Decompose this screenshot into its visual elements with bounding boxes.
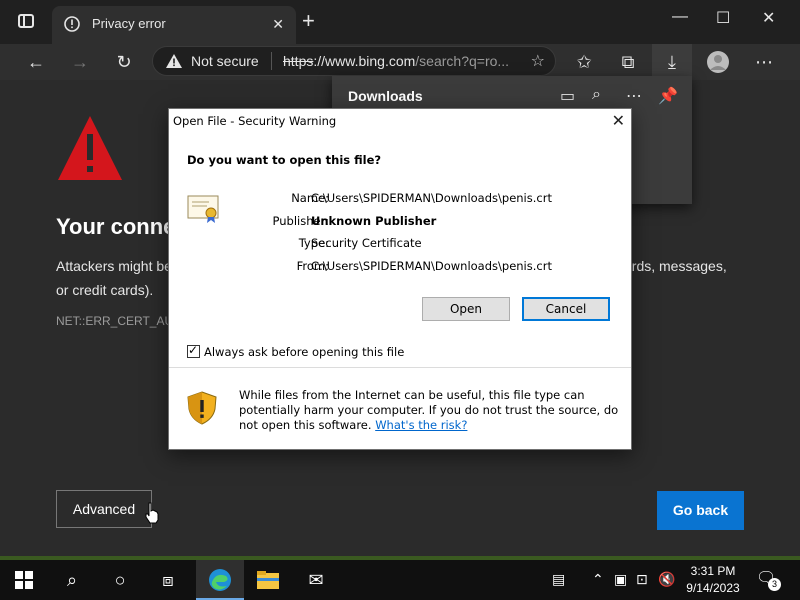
windows-taskbar: ⌕ ○ ⧈ ✉ ▤ ⌃ ▣ ⊡ 🔇 3:31 PM 9/14/2023 🗨 3 — [0, 560, 800, 600]
maximize-button[interactable]: ☐ — [716, 8, 730, 28]
network-icon[interactable]: ⊡ — [636, 571, 648, 588]
field-value-name: C:\Users\SPIDERMAN\Downloads\penis.crt — [311, 191, 552, 205]
dialog-question: Do you want to open this file? — [187, 153, 382, 167]
show-hidden-icons-icon[interactable]: ⌃ — [592, 571, 604, 588]
error-heading: Your conne — [56, 214, 176, 239]
collections-icon[interactable]: ⧉ — [614, 48, 642, 76]
url-host: ://www.bing.com — [313, 53, 416, 69]
hand-cursor-icon — [145, 502, 159, 524]
file-explorer-icon[interactable] — [244, 560, 292, 600]
error-code: NET::ERR_CERT_AUT — [56, 314, 172, 328]
go-back-button[interactable]: Go back — [657, 491, 744, 530]
news-widget-icon[interactable]: ▤ — [552, 571, 565, 588]
close-window-button[interactable]: ✕ — [762, 8, 775, 28]
start-windows-icon[interactable] — [0, 560, 48, 600]
security-warning-dialog: Open File - Security Warning ✕ Do you wa… — [168, 108, 632, 450]
error-description-line2: or credit cards). — [56, 282, 154, 298]
dialog-close-icon[interactable]: ✕ — [612, 111, 625, 130]
field-value-publisher: Unknown Publisher — [311, 214, 437, 228]
notification-count-badge: 3 — [768, 578, 781, 591]
dialog-title-bar: Open File - Security Warning ✕ — [169, 109, 631, 133]
dialog-warning-text: While files from the Internet can be use… — [239, 388, 619, 433]
address-bar[interactable]: Not secure https://www.bing.com/search?q… — [152, 46, 556, 76]
new-tab-button[interactable]: + — [302, 10, 315, 32]
task-view-icon[interactable]: ⧈ — [144, 560, 192, 600]
system-clock[interactable]: 3:31 PM 9/14/2023 — [680, 563, 746, 597]
dialog-divider — [169, 367, 631, 368]
always-ask-label: Always ask before opening this file — [204, 345, 405, 359]
not-secure-label[interactable]: Not secure — [191, 53, 259, 69]
dialog-title: Open File - Security Warning — [173, 114, 337, 128]
address-separator — [271, 52, 272, 70]
open-folder-icon[interactable]: ▭ — [560, 86, 575, 106]
minimize-button[interactable]: — — [672, 8, 688, 26]
advanced-button[interactable]: Advanced — [56, 490, 152, 528]
add-favorite-star-icon[interactable]: ☆ — [531, 51, 545, 71]
cortana-icon[interactable]: ○ — [96, 560, 144, 600]
field-value-type: Security Certificate — [311, 236, 422, 250]
tab-actions-icon[interactable] — [16, 12, 36, 32]
edge-browser-icon[interactable] — [196, 560, 244, 600]
clock-time: 3:31 PM — [690, 564, 736, 578]
tab-close-icon[interactable]: ✕ — [272, 16, 284, 33]
meet-now-icon[interactable]: ▣ — [614, 571, 627, 588]
forward-arrow-icon[interactable]: → — [66, 48, 94, 76]
not-secure-warning-icon[interactable] — [165, 53, 183, 69]
whats-the-risk-link[interactable]: What's the risk? — [375, 418, 467, 432]
url-text[interactable]: https://www.bing.com/search?q=ro... — [283, 53, 509, 69]
favorites-icon[interactable]: ✩ — [570, 48, 598, 76]
back-arrow-icon[interactable]: ← — [22, 48, 50, 76]
field-value-from: C:\Users\SPIDERMAN\Downloads\penis.crt — [311, 259, 552, 273]
url-scheme: https — [283, 53, 314, 69]
always-ask-checkbox[interactable]: Always ask before opening this file — [187, 343, 405, 359]
tab-strip: Privacy error ✕ + — ☐ ✕ — [0, 0, 800, 44]
refresh-icon[interactable]: ↻ — [110, 48, 138, 76]
pin-icon[interactable]: 📌 — [658, 86, 678, 106]
clock-date: 9/14/2023 — [686, 581, 740, 595]
security-shield-warning-icon — [187, 391, 217, 425]
settings-more-icon[interactable]: ⋯ — [750, 48, 778, 76]
error-warning-triangle-icon — [58, 116, 122, 180]
cancel-button[interactable]: Cancel — [522, 297, 610, 321]
certificate-file-icon — [187, 195, 219, 223]
more-options-icon[interactable]: ⋯ — [626, 86, 642, 106]
downloads-icon[interactable]: ⤓ — [658, 48, 686, 76]
search-icon[interactable]: ⌕ — [48, 560, 96, 600]
error-description-end: ords, messages, — [624, 258, 727, 274]
browser-toolbar: ← → ↻ Not secure https://www.bing.com/se… — [0, 44, 800, 80]
profile-avatar-icon[interactable] — [704, 48, 732, 76]
tab-privacy-error[interactable]: Privacy error ✕ — [52, 6, 296, 44]
downloads-panel-title: Downloads — [348, 88, 423, 104]
search-downloads-icon[interactable]: ⌕ — [592, 86, 601, 104]
open-button[interactable]: Open — [422, 297, 510, 321]
tab-title: Privacy error — [92, 16, 166, 31]
notification-center-icon[interactable]: 🗨 3 — [756, 568, 781, 591]
checkbox-checked-icon[interactable] — [187, 343, 200, 358]
error-description-start: Attackers might be — [56, 258, 172, 274]
url-path: /search?q=ro... — [415, 53, 510, 69]
warning-favicon-icon — [64, 16, 80, 32]
mail-icon[interactable]: ✉ — [292, 560, 340, 600]
volume-muted-icon[interactable]: 🔇 — [658, 571, 675, 588]
